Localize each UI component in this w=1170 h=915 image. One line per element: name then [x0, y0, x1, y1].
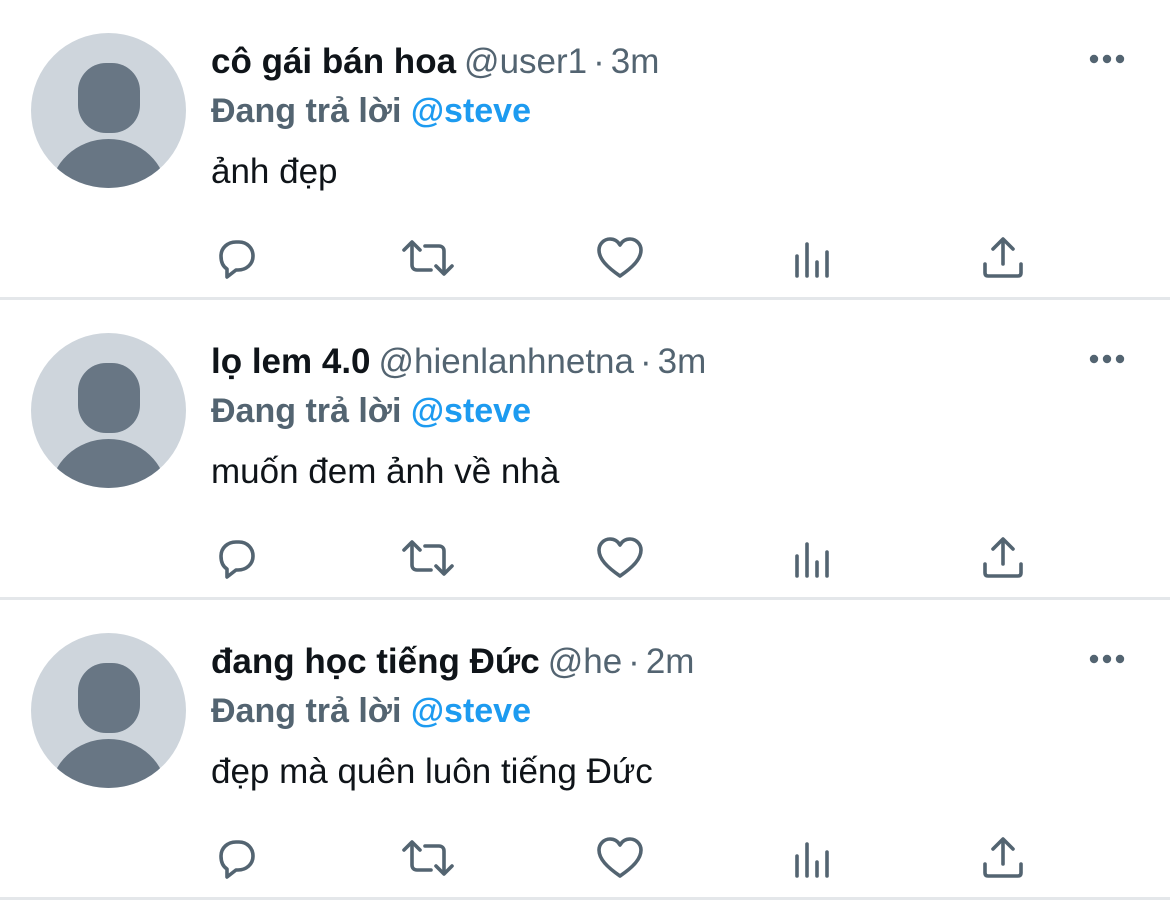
more-options-button[interactable]: [1088, 348, 1126, 370]
default-avatar-icon: [50, 663, 167, 788]
avatar[interactable]: [31, 33, 186, 188]
retweet-button[interactable]: [398, 528, 458, 588]
default-avatar-icon: [50, 363, 167, 488]
bar-chart-icon: [795, 542, 829, 578]
separator-dot: ·: [593, 42, 605, 81]
share-button[interactable]: [973, 228, 1033, 288]
more-horizontal-icon: [1089, 654, 1125, 664]
timestamp[interactable]: 2m: [646, 642, 695, 681]
share-upload-icon: [983, 837, 1023, 878]
like-button[interactable]: [590, 228, 650, 288]
action-bar: [0, 228, 1170, 288]
bar-chart-icon: [795, 842, 829, 878]
tweet-header: lọ lem 4.0 @hienlanhnetna · 3m: [211, 338, 1060, 386]
replying-to-line: Đang trả lời @steve: [211, 688, 531, 734]
replying-to-label: Đang trả lời: [211, 92, 402, 130]
user-handle[interactable]: @he: [548, 642, 622, 681]
retweet-icon: [402, 240, 454, 276]
mention-link[interactable]: @steve: [411, 692, 531, 730]
like-button[interactable]: [590, 528, 650, 588]
more-options-button[interactable]: [1088, 648, 1126, 670]
separator-dot: ·: [628, 642, 640, 681]
share-button[interactable]: [973, 528, 1033, 588]
heart-icon: [597, 837, 643, 878]
views-button[interactable]: [782, 528, 842, 588]
tweet[interactable]: cô gái bán hoa @user1 · 3m Đang trả lời @st…: [0, 0, 1170, 300]
display-name[interactable]: đang học tiếng Đức: [211, 642, 540, 681]
reply-button[interactable]: [207, 528, 267, 588]
avatar[interactable]: [31, 633, 186, 788]
more-horizontal-icon: [1089, 54, 1125, 64]
retweet-button[interactable]: [398, 228, 458, 288]
separator-dot: ·: [640, 342, 652, 381]
like-button[interactable]: [590, 828, 650, 888]
tweet-text: đẹp mà quên luôn tiếng Đức: [211, 752, 653, 791]
mention-link[interactable]: @steve: [411, 392, 531, 430]
replying-to-label: Đang trả lời: [211, 692, 402, 730]
share-upload-icon: [983, 237, 1023, 278]
action-bar: [0, 828, 1170, 888]
reply-feed: cô gái bán hoa @user1 · 3m Đang trả lời @st…: [0, 0, 1170, 900]
retweet-icon: [402, 840, 454, 876]
more-horizontal-icon: [1089, 354, 1125, 364]
display-name[interactable]: lọ lem 4.0: [211, 342, 371, 381]
speech-bubble-icon: [219, 840, 255, 879]
tweet[interactable]: đang học tiếng Đức @he · 2m Đang trả lời @s…: [0, 600, 1170, 900]
views-button[interactable]: [782, 228, 842, 288]
replying-to-line: Đang trả lời @steve: [211, 88, 531, 134]
tweet-header: cô gái bán hoa @user1 · 3m: [211, 38, 1060, 86]
heart-icon: [597, 537, 643, 578]
retweet-icon: [402, 540, 454, 576]
action-bar: [0, 528, 1170, 588]
speech-bubble-icon: [219, 540, 255, 579]
replying-to-label: Đang trả lời: [211, 392, 402, 430]
bar-chart-icon: [795, 242, 829, 278]
speech-bubble-icon: [219, 240, 255, 279]
tweet[interactable]: lọ lem 4.0 @hienlanhnetna · 3m Đang trả lời…: [0, 300, 1170, 600]
user-handle[interactable]: @user1: [464, 42, 587, 81]
tweet-text: muốn đem ảnh về nhà: [211, 452, 560, 491]
display-name[interactable]: cô gái bán hoa: [211, 42, 456, 81]
user-handle[interactable]: @hienlanhnetna: [379, 342, 634, 381]
tweet-header: đang học tiếng Đức @he · 2m: [211, 638, 1060, 686]
replying-to-line: Đang trả lời @steve: [211, 388, 531, 434]
more-options-button[interactable]: [1088, 48, 1126, 70]
avatar[interactable]: [31, 333, 186, 488]
reply-button[interactable]: [207, 228, 267, 288]
mention-link[interactable]: @steve: [411, 92, 531, 130]
tweet-text: ảnh đẹp: [211, 152, 338, 191]
retweet-button[interactable]: [398, 828, 458, 888]
default-avatar-icon: [50, 63, 167, 188]
heart-icon: [597, 237, 643, 278]
share-button[interactable]: [973, 828, 1033, 888]
share-upload-icon: [983, 537, 1023, 578]
reply-button[interactable]: [207, 828, 267, 888]
timestamp[interactable]: 3m: [658, 342, 707, 381]
timestamp[interactable]: 3m: [611, 42, 660, 81]
views-button[interactable]: [782, 828, 842, 888]
